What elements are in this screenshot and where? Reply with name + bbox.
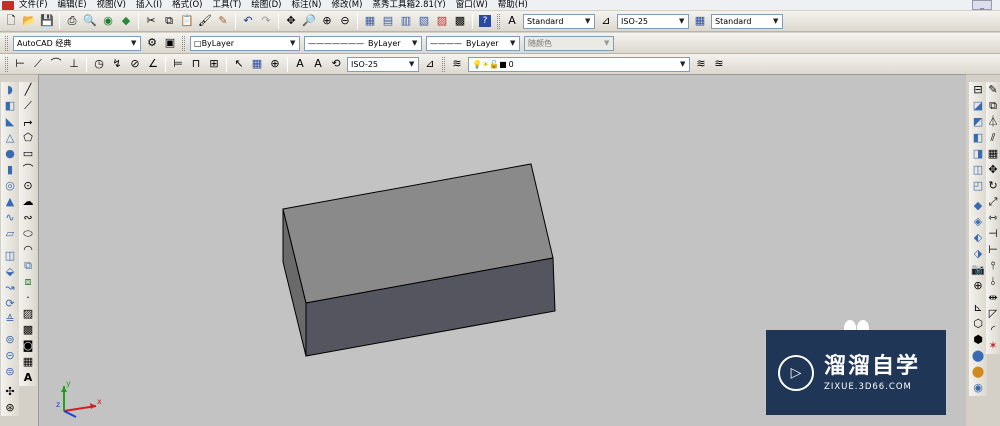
ucs-y-label: y [66,379,71,388]
autocad-window: 文件(F) 编辑(E) 视图(V) 插入(I) 格式(O) 工具(T) 绘图(D… [0,0,1000,426]
watermark-badge: ▷ 溜溜自学 ZIXUE.3D66.COM [766,330,946,415]
ucs-z-label: z [56,400,60,409]
play-logo-icon: ▷ [778,354,814,391]
watermark-name: 溜溜自学 [824,353,921,379]
ucs-axis-icon: x y z [56,379,102,418]
ucs-x-label: x [97,397,102,406]
watermark-url: ZIXUE.3D66.COM [824,381,912,392]
